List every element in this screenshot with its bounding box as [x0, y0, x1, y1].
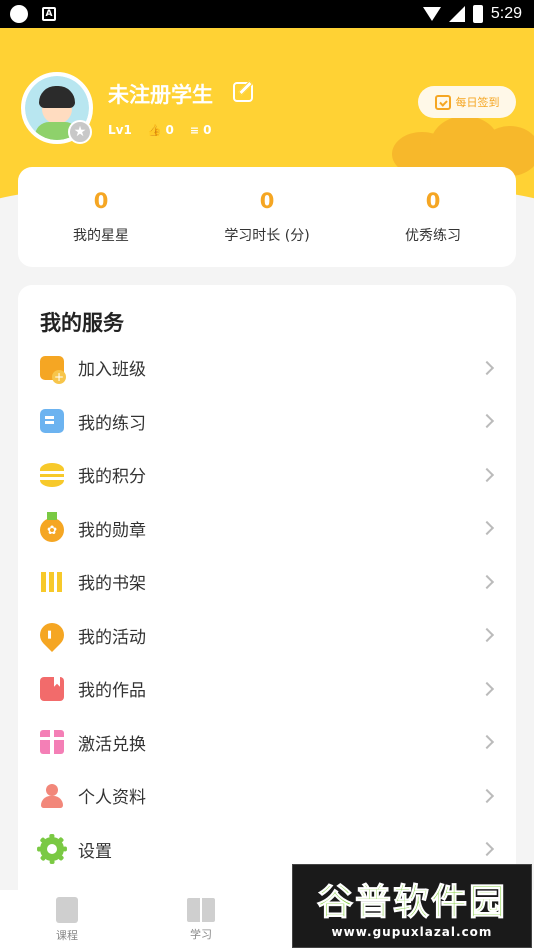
service-label: 我的书架: [78, 574, 146, 595]
chevron-right-icon: [479, 360, 495, 375]
notification-dot-icon: [10, 5, 28, 23]
stat-value: 0: [259, 189, 275, 213]
signal-icon: [448, 6, 465, 22]
services-title: 我的服务: [40, 311, 124, 335]
chevron-right-icon: [479, 681, 495, 696]
chevron-right-icon: [479, 842, 495, 857]
watermark-logo: 谷普软件园 www.gupuxlazal.com: [292, 864, 532, 948]
service-label: 我的作品: [78, 681, 146, 702]
stat-value: 0: [93, 189, 109, 213]
stat-label: 我的星星: [73, 228, 129, 244]
checkin-label: 每日签到: [455, 96, 500, 109]
services-list: 加入班级 我的练习 我的积分 我的勋章 我的书架 我的活动: [18, 341, 516, 876]
status-time: 5:29: [490, 5, 522, 22]
username[interactable]: 未注册学生: [108, 79, 213, 109]
stat-label: 学习时长 (分): [224, 228, 310, 244]
service-item-points[interactable]: 我的积分: [18, 448, 516, 502]
thumb-up-icon: 👍: [147, 123, 162, 137]
notification-a-icon: A: [42, 7, 56, 21]
service-label: 加入班级: [78, 360, 146, 381]
settings-icon: [37, 834, 67, 865]
book-icon: [187, 898, 215, 922]
service-label: 我的练习: [78, 413, 146, 434]
activity-icon: [35, 618, 69, 653]
service-item-join-class[interactable]: 加入班级: [18, 341, 516, 395]
practice-icon: [40, 409, 64, 434]
star-badge-icon: ★: [68, 120, 92, 144]
chevron-right-icon: [479, 574, 495, 589]
service-label: 个人资料: [78, 788, 146, 809]
service-item-works[interactable]: 我的作品: [18, 662, 516, 716]
points-icon: [40, 462, 64, 487]
medal-icon: [40, 512, 64, 543]
status-bar: A 5:29: [0, 0, 534, 28]
stat-stars[interactable]: 0 我的星星: [21, 189, 181, 245]
chevron-right-icon: [479, 735, 495, 750]
stat-label: 优秀练习: [405, 228, 461, 244]
wifi-icon: [422, 7, 441, 21]
coins-count: ≡ 0: [190, 123, 212, 137]
calendar-check-icon: [434, 94, 451, 110]
coins-value: 0: [203, 123, 212, 137]
service-label: 激活兑换: [78, 734, 146, 755]
chevron-right-icon: [479, 467, 495, 482]
service-item-practice[interactable]: 我的练习: [18, 395, 516, 449]
bookshelf-icon: [40, 570, 64, 594]
stat-study-time[interactable]: 0 学习时长 (分): [187, 189, 347, 245]
nav-label: 课程: [56, 929, 78, 942]
likes-count: 👍 0: [148, 123, 174, 137]
works-icon: [40, 676, 64, 701]
service-item-bookshelf[interactable]: 我的书架: [18, 555, 516, 609]
daily-checkin-button[interactable]: 每日签到: [418, 86, 516, 118]
stat-excellent-practice[interactable]: 0 优秀练习: [353, 189, 513, 245]
nav-item-study[interactable]: 学习: [134, 890, 268, 950]
chevron-right-icon: [479, 521, 495, 536]
likes-value: 0: [165, 123, 174, 137]
service-item-activate-redeem[interactable]: 激活兑换: [18, 716, 516, 770]
service-label: 我的积分: [78, 467, 146, 488]
nav-label: 学习: [190, 928, 212, 941]
services-card: 我的服务 加入班级 我的练习 我的积分 我的勋章 我的书架: [18, 285, 516, 905]
chevron-right-icon: [479, 788, 495, 803]
watermark-url: www.gupuxlazal.com: [331, 925, 493, 939]
stat-value: 0: [425, 189, 441, 213]
edit-icon[interactable]: [233, 82, 253, 102]
service-label: 我的活动: [78, 627, 146, 648]
service-label: 设置: [78, 841, 112, 862]
profile-icon: [40, 783, 64, 808]
profile-meta: Lv1 👍 0 ≡ 0: [108, 123, 211, 137]
battery-icon: [472, 5, 483, 23]
stats-card: 0 我的星星 0 学习时长 (分) 0 优秀练习: [18, 167, 516, 267]
service-item-medals[interactable]: 我的勋章: [18, 502, 516, 556]
coin-stack-icon: ≡: [189, 123, 200, 137]
course-icon: [56, 897, 78, 923]
chevron-right-icon: [479, 414, 495, 429]
watermark-text: 谷普软件园: [316, 882, 507, 924]
service-item-activities[interactable]: 我的活动: [18, 609, 516, 663]
gift-icon: [40, 730, 64, 755]
service-label: 我的勋章: [78, 520, 146, 541]
level-label: Lv1: [108, 123, 132, 137]
join-class-icon: [40, 355, 66, 384]
chevron-right-icon: [479, 628, 495, 643]
service-item-profile[interactable]: 个人资料: [18, 769, 516, 823]
nav-item-courses[interactable]: 课程: [0, 890, 134, 950]
